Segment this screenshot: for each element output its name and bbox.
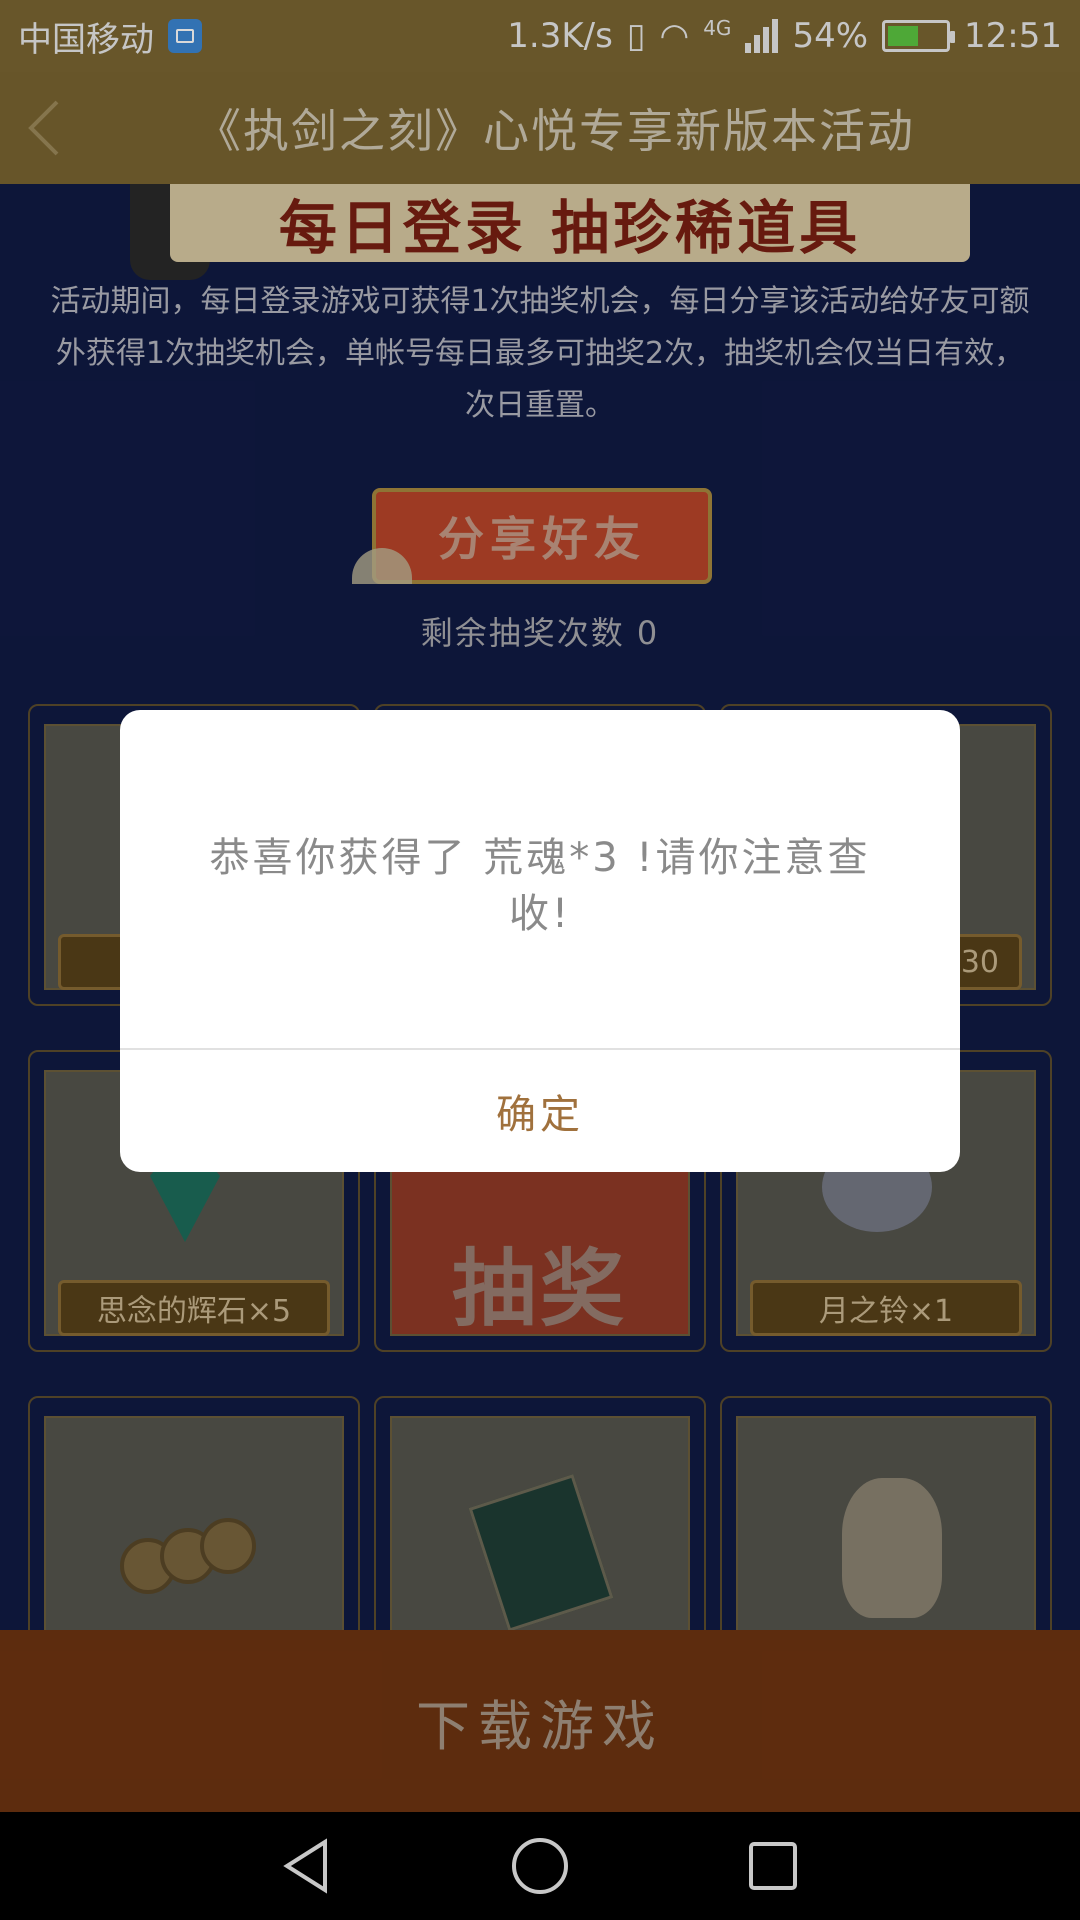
nav-recents-icon[interactable] [743,1836,803,1896]
nav-home-icon[interactable] [510,1836,570,1896]
nav-back-icon[interactable] [277,1836,337,1896]
system-nav-bar [0,1812,1080,1920]
dialog-message: 恭喜你获得了 荒魂*3 !请你注意查收! [209,835,871,937]
reward-dialog: 恭喜你获得了 荒魂*3 !请你注意查收! 确定 [120,710,960,1172]
dialog-ok-button[interactable]: 确定 [120,1050,960,1172]
